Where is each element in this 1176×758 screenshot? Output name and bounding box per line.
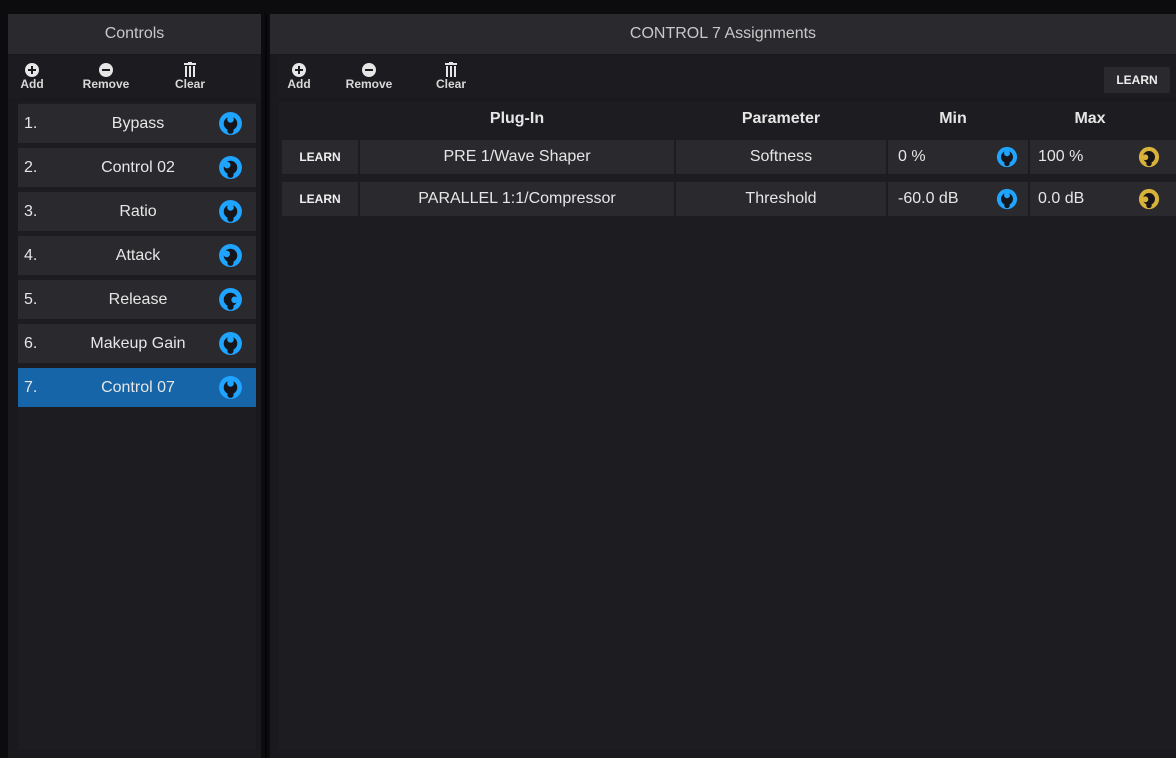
control-row[interactable]: 2. Control 02	[18, 148, 256, 187]
add-label: Add	[287, 77, 311, 91]
min-knob[interactable]	[996, 188, 1018, 223]
knob-icon[interactable]	[218, 331, 243, 356]
add-label: Add	[20, 77, 44, 91]
minus-circle-icon	[362, 63, 376, 77]
control-name: Bypass	[111, 115, 165, 132]
parameter-cell: Softness	[676, 140, 886, 174]
control-row[interactable]: 6. Makeup Gain	[18, 324, 256, 363]
control-name: Control 02	[101, 159, 175, 176]
knob-icon[interactable]	[218, 287, 243, 312]
control-name: Control 07	[101, 379, 175, 396]
max-knob[interactable]	[1138, 146, 1160, 181]
trash-icon	[184, 62, 196, 77]
min-value: -60.0 dB	[898, 190, 959, 207]
control-knob[interactable]	[218, 155, 243, 185]
row-learn-button[interactable]: LEARN	[282, 182, 358, 216]
knob-icon[interactable]	[218, 155, 243, 180]
minus-circle-icon	[99, 63, 113, 77]
max-cell: 100 %	[1030, 140, 1176, 174]
control-number: 1.	[24, 115, 38, 132]
controls-toolbar: Add Remove Clear	[8, 56, 261, 98]
control-knob[interactable]	[218, 199, 243, 229]
knob-icon[interactable]	[1138, 146, 1160, 168]
plugin-cell: PRE 1/Wave Shaper	[360, 140, 674, 174]
knob-icon[interactable]	[218, 199, 243, 224]
control-number: 6.	[24, 335, 38, 352]
min-cell: 0 %	[888, 140, 1028, 174]
control-number: 2.	[24, 159, 38, 176]
max-cell: 0.0 dB	[1030, 182, 1176, 216]
knob-icon[interactable]	[218, 375, 243, 400]
learn-button[interactable]: LEARN	[1104, 67, 1170, 93]
max-value: 100 %	[1038, 148, 1084, 165]
control-row[interactable]: 5. Release	[18, 280, 256, 319]
min-value: 0 %	[898, 148, 926, 165]
control-number: 5.	[24, 291, 38, 308]
assignments-panel-title: CONTROL 7 Assignments	[270, 14, 1176, 54]
column-header-parameter[interactable]: Parameter	[676, 110, 886, 128]
trash-icon	[445, 62, 457, 77]
min-cell: -60.0 dB	[888, 182, 1028, 216]
control-name: Attack	[115, 247, 161, 264]
plugin-cell: PARALLEL 1:1/Compressor	[360, 182, 674, 216]
knob-icon[interactable]	[218, 243, 243, 268]
control-knob[interactable]	[218, 375, 243, 405]
remove-control-button[interactable]: Remove	[78, 58, 134, 90]
control-knob[interactable]	[218, 111, 243, 141]
column-header-plugin[interactable]: Plug-In	[360, 110, 674, 128]
control-knob[interactable]	[218, 331, 243, 361]
control-name: Ratio	[119, 203, 157, 220]
remove-assignment-button[interactable]: Remove	[341, 58, 397, 90]
max-value: 0.0 dB	[1038, 190, 1085, 207]
assignments-toolbar: Add Remove Clear	[279, 56, 1176, 98]
panel-divider	[265, 14, 267, 758]
knob-icon[interactable]	[996, 188, 1018, 210]
knob-icon[interactable]	[1138, 188, 1160, 210]
add-assignment-button[interactable]: Add	[281, 58, 317, 90]
control-row[interactable]: 1. Bypass	[18, 104, 256, 143]
control-knob[interactable]	[218, 287, 243, 317]
control-row[interactable]: 3. Ratio	[18, 192, 256, 231]
remove-label: Remove	[345, 77, 393, 91]
control-knob[interactable]	[218, 243, 243, 273]
control-number: 4.	[24, 247, 38, 264]
remove-label: Remove	[82, 77, 130, 91]
column-header-max[interactable]: Max	[1030, 110, 1150, 128]
parameter-cell: Threshold	[676, 182, 886, 216]
max-knob[interactable]	[1138, 188, 1160, 223]
control-row[interactable]: 4. Attack	[18, 236, 256, 275]
column-header-min[interactable]: Min	[888, 110, 1018, 128]
control-number: 7.	[24, 379, 38, 396]
control-row[interactable]: 7. Control 07	[18, 368, 256, 407]
clear-label: Clear	[174, 77, 206, 91]
control-name: Makeup Gain	[90, 335, 186, 352]
knob-icon[interactable]	[218, 111, 243, 136]
plus-circle-icon	[292, 63, 306, 77]
plus-circle-icon	[25, 63, 39, 77]
row-learn-button[interactable]: LEARN	[282, 140, 358, 174]
knob-icon[interactable]	[996, 146, 1018, 168]
clear-label: Clear	[435, 77, 467, 91]
control-name: Release	[108, 291, 168, 308]
clear-controls-button[interactable]: Clear	[168, 58, 212, 90]
controls-panel-title: Controls	[8, 14, 261, 54]
min-knob[interactable]	[996, 146, 1018, 181]
clear-assignments-button[interactable]: Clear	[429, 58, 473, 90]
add-control-button[interactable]: Add	[12, 58, 52, 90]
control-number: 3.	[24, 203, 38, 220]
